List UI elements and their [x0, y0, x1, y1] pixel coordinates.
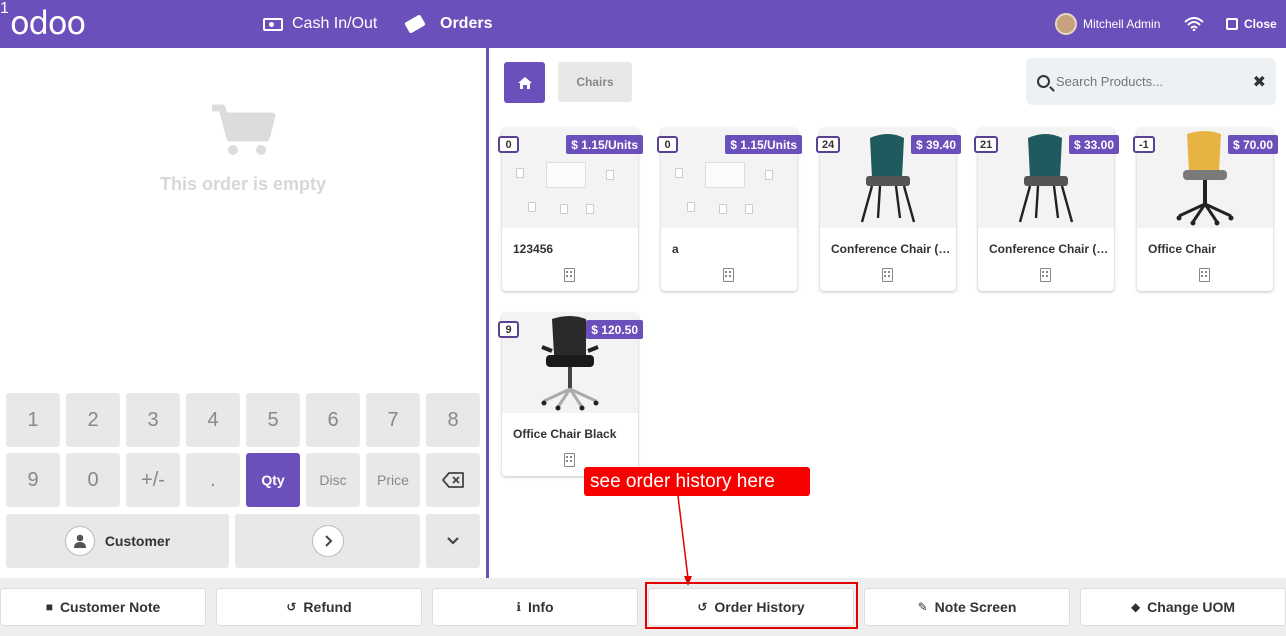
product-card[interactable]: 9 $ 120.50 Office Chair Black	[498, 313, 643, 476]
product-stock-badge: -1	[1133, 136, 1155, 153]
product-name: Conference Chair (Steel)	[831, 242, 951, 256]
numpad-mode-disc[interactable]: Disc	[306, 453, 360, 507]
product-price-tag: $ 39.40	[910, 135, 961, 154]
user-icon	[64, 526, 95, 556]
clear-search-icon[interactable]: ✖	[1253, 72, 1266, 92]
search-icon	[1037, 75, 1050, 88]
product-stock-badge: 24	[816, 136, 841, 153]
product-stock-badge: 21	[974, 136, 999, 153]
numpad-key-0[interactable]: 0	[66, 453, 120, 507]
backspace-icon	[442, 472, 464, 488]
user-menu[interactable]: Mitchell Admin	[1055, 0, 1160, 48]
customer-label: Customer	[104, 533, 171, 549]
info-button[interactable]: ℹ Info	[432, 588, 638, 626]
search-input[interactable]	[1056, 74, 1246, 89]
numpad-key-7[interactable]: 7	[366, 393, 420, 447]
numpad-key-2[interactable]: 2	[66, 393, 120, 447]
customer-note-button[interactable]: ■ Customer Note	[0, 588, 206, 626]
close-label: Close	[1244, 17, 1277, 31]
payment-button[interactable]	[235, 514, 420, 568]
chevron-right-icon	[311, 525, 344, 557]
product-price-tag: $ 33.00	[1068, 135, 1119, 154]
product-card[interactable]: 21 $ 33.00 Conference Chair (Aluminium)	[974, 128, 1119, 291]
order-history-highlight-box	[645, 582, 858, 629]
refund-button[interactable]: ↺ Refund	[216, 588, 422, 626]
info-icon: ℹ	[516, 600, 521, 614]
product-name: Office Chair	[1148, 242, 1217, 256]
orders-button[interactable]: Orders	[404, 0, 493, 48]
product-stock-badge: 9	[498, 321, 519, 338]
product-card[interactable]: 24 $ 39.40 Conference Chair (Steel)	[816, 128, 961, 291]
image-placeholder-icon	[546, 162, 586, 188]
numpad-key-9[interactable]: 9	[6, 453, 60, 507]
product-name: a	[672, 242, 679, 256]
customer-note-label: Customer Note	[59, 599, 161, 615]
image-placeholder-icon	[705, 162, 745, 188]
numpad-key-decimal[interactable]: .	[186, 453, 240, 507]
home-icon	[517, 76, 532, 89]
sticky-note-icon: ■	[45, 600, 53, 614]
refund-label: Refund	[303, 599, 352, 615]
odoo-logo: odoo	[10, 4, 86, 42]
ticket-icon	[404, 14, 426, 34]
backspace-button[interactable]	[426, 453, 480, 507]
change-uom-button[interactable]: ◆ Change UOM	[1080, 588, 1286, 626]
numpad-key-8[interactable]: 8	[426, 393, 480, 447]
numpad-key-plus-minus[interactable]: +/-	[126, 453, 180, 507]
customer-button[interactable]: Customer	[6, 514, 229, 568]
edit-icon: ✎	[917, 600, 928, 614]
product-name: 123456	[513, 242, 554, 256]
product-stock-badge: 0	[498, 136, 519, 153]
orders-label: Orders	[440, 15, 493, 32]
change-uom-label: Change UOM	[1147, 599, 1236, 615]
product-price-tag: $ 70.00	[1227, 135, 1278, 154]
cash-in-out-button[interactable]: Cash In/Out	[263, 0, 377, 48]
wifi-icon	[1184, 0, 1204, 48]
sign-out-icon	[1226, 18, 1238, 30]
chevron-down-icon	[447, 537, 459, 545]
annotation-callout: see order history here	[584, 467, 810, 496]
numpad-key-3[interactable]: 3	[126, 393, 180, 447]
home-category-button[interactable]	[504, 62, 545, 103]
building-icon	[723, 268, 734, 282]
close-button[interactable]: Close	[1226, 0, 1277, 48]
user-name: Mitchell Admin	[1083, 17, 1161, 31]
cash-in-out-label: Cash In/Out	[292, 15, 378, 32]
cash-icon	[263, 17, 283, 31]
product-search[interactable]: ✖	[1026, 58, 1276, 105]
more-options-button[interactable]	[426, 514, 480, 568]
numpad-key-1[interactable]: 1	[6, 393, 60, 447]
tag-icon: ◆	[1130, 600, 1141, 614]
info-label: Info	[527, 599, 554, 615]
numpad-mode-price[interactable]: Price	[366, 453, 420, 507]
top-bar: odoo Cash In/Out Orders 1 Mitchell Admin…	[0, 0, 1286, 48]
numpad-key-6[interactable]: 6	[306, 393, 360, 447]
undo-icon: ↺	[286, 600, 297, 614]
product-card[interactable]: -1 $ 70.00 Office Chair	[1133, 128, 1278, 291]
product-name: Office Chair Black	[513, 427, 617, 441]
product-card[interactable]: 0 $ 1.15/Units 123456	[498, 128, 643, 291]
product-name: Conference Chair (Aluminium)	[989, 242, 1109, 256]
product-card[interactable]: 0 $ 1.15/Units a	[657, 128, 802, 291]
category-chairs-button[interactable]: Chairs	[558, 62, 632, 102]
note-screen-label: Note Screen	[934, 599, 1017, 615]
product-price-tag: $ 1.15/Units	[725, 135, 802, 154]
numpad-mode-qty[interactable]: Qty	[246, 453, 300, 507]
product-price-tag: $ 120.50	[586, 320, 643, 339]
building-icon	[564, 453, 575, 467]
building-icon	[564, 268, 575, 282]
numpad-key-5[interactable]: 5	[246, 393, 300, 447]
product-price-tag: $ 1.15/Units	[566, 135, 643, 154]
shopping-cart-icon	[208, 104, 276, 163]
building-icon	[1199, 268, 1210, 282]
note-screen-button[interactable]: ✎ Note Screen	[864, 588, 1070, 626]
building-icon	[882, 268, 893, 282]
building-icon	[1040, 268, 1051, 282]
product-stock-badge: 0	[657, 136, 678, 153]
avatar	[1055, 13, 1077, 35]
numpad-key-4[interactable]: 4	[186, 393, 240, 447]
empty-order-text: This order is empty	[159, 174, 327, 194]
